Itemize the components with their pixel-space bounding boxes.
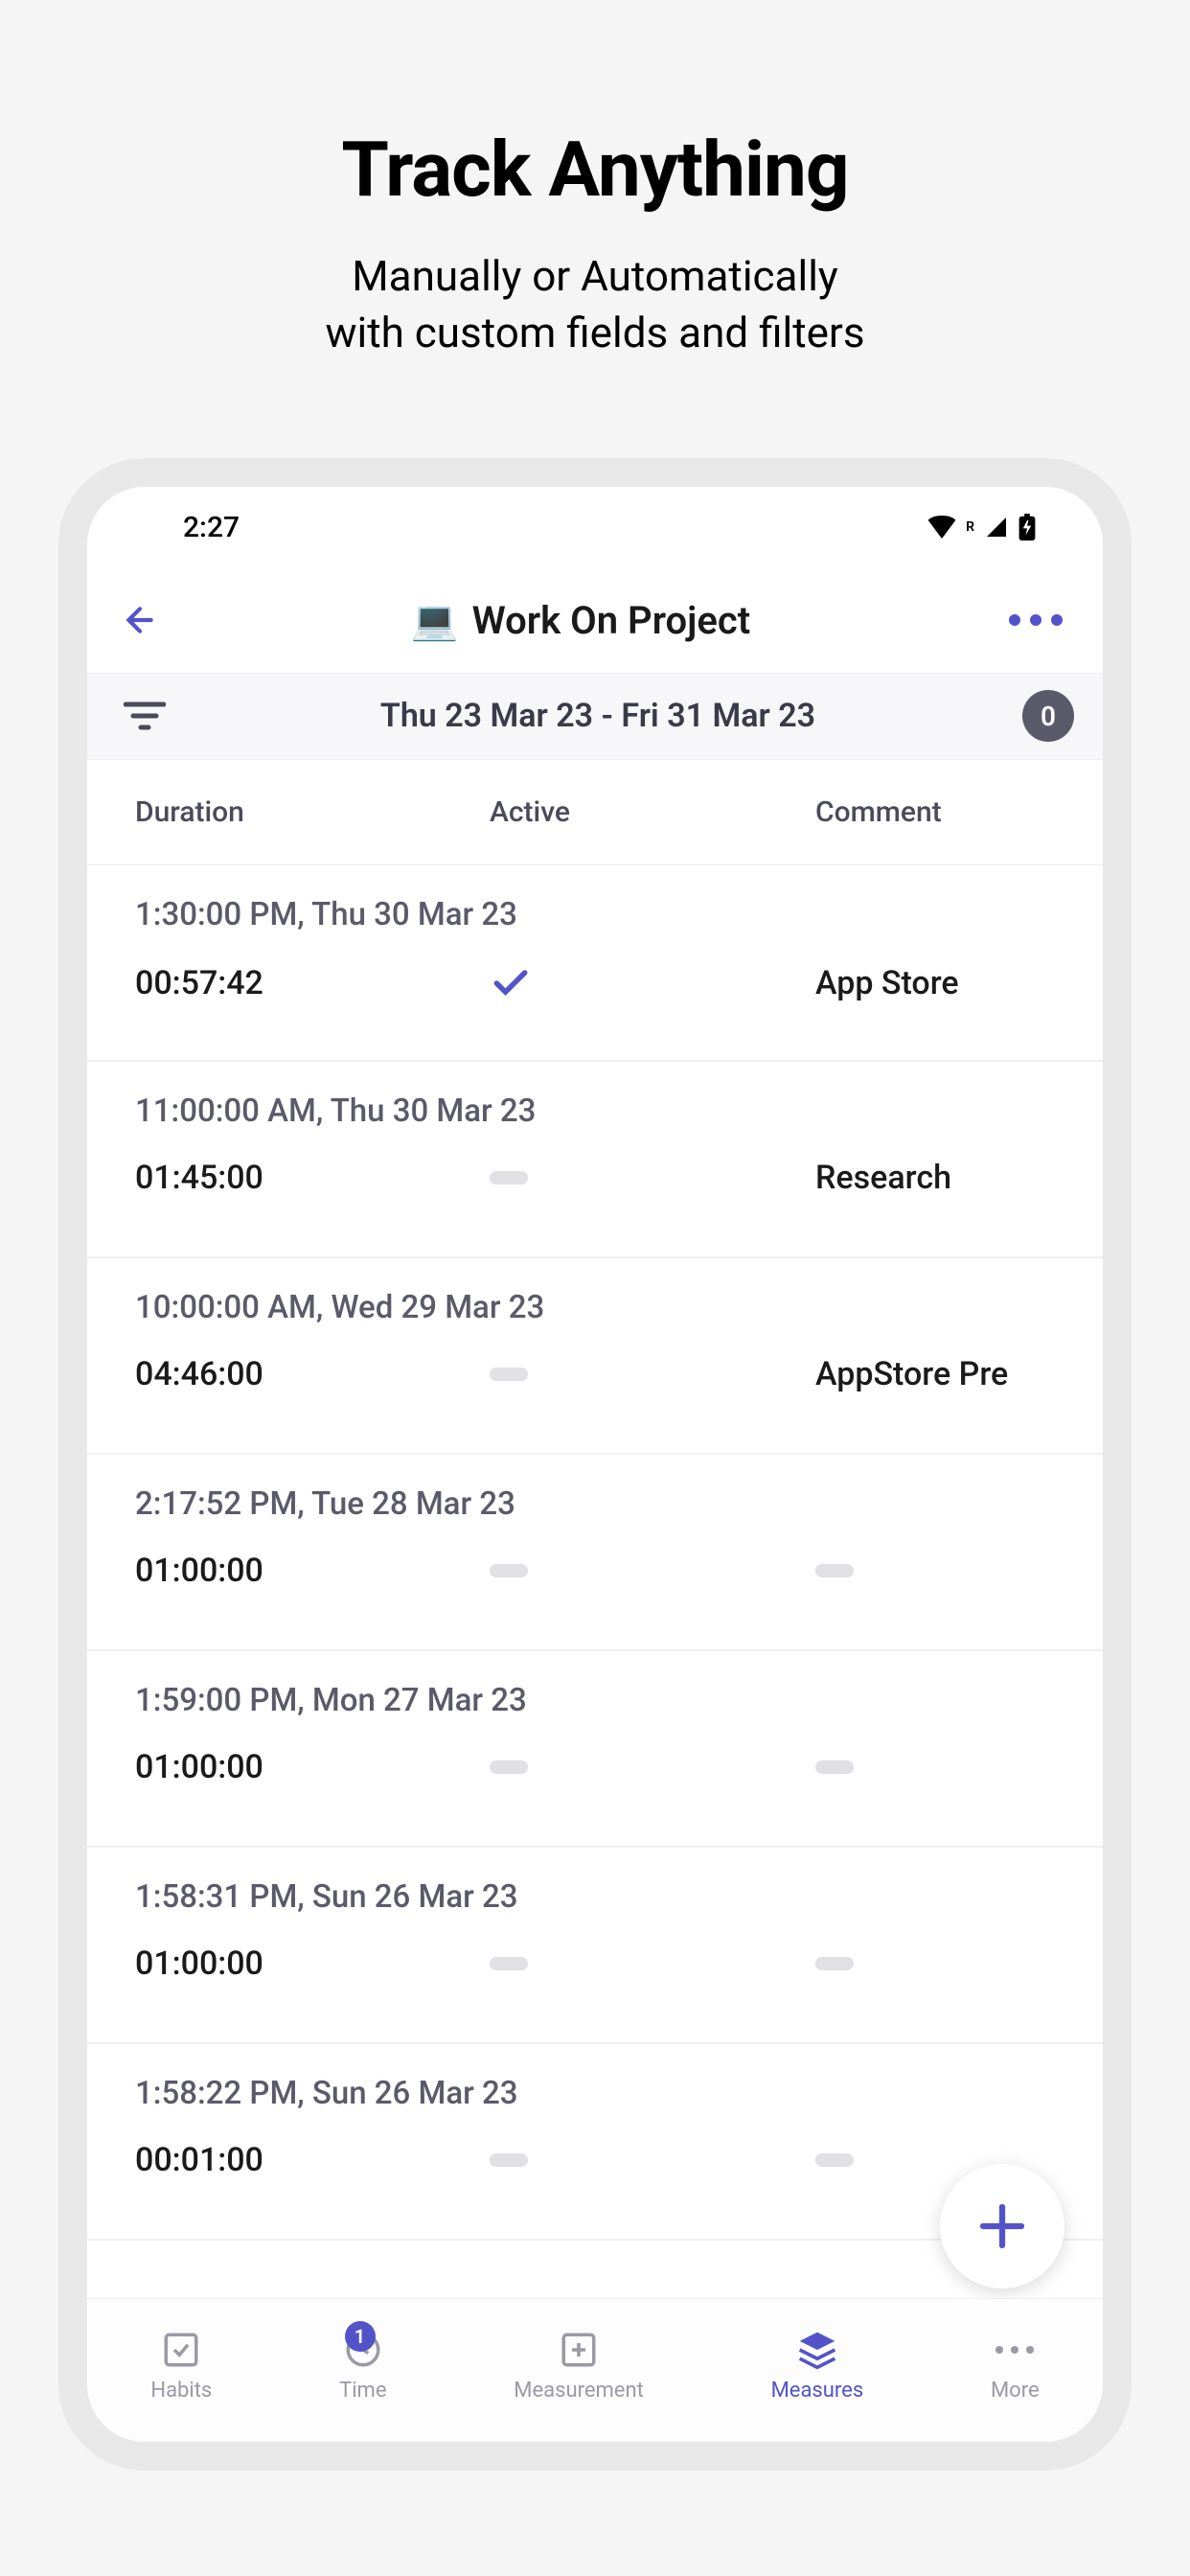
empty-pill [490, 2153, 528, 2167]
promo-subtitle: Manually or Automatically with custom fi… [325, 248, 864, 362]
entry-row[interactable]: 11:00:00 AM, Thu 30 Mar 23 01:45:00 Resear… [87, 1062, 1103, 1258]
entry-timestamp: 11:00:00 AM, Thu 30 Mar 23 [135, 1092, 1055, 1130]
entry-active [490, 1368, 815, 1381]
entry-active [490, 1760, 815, 1774]
entry-timestamp: 1:59:00 PM, Mon 27 Mar 23 [135, 1682, 1055, 1719]
entry-row[interactable]: 10:00:00 AM, Wed 29 Mar 23 04:46:00 AppSto… [87, 1258, 1103, 1455]
table-header: Duration Active Comment [87, 760, 1103, 865]
entry-comment-text: AppStore Pre [815, 1355, 1008, 1393]
entry-comment [815, 1957, 1055, 1970]
status-time: 2:27 [183, 511, 240, 544]
entry-timestamp: 2:17:52 PM, Tue 28 Mar 23 [135, 1485, 1055, 1523]
app-header: 💻 Work On Project [87, 568, 1103, 674]
entry-duration: 01:45:00 [135, 1159, 490, 1197]
col-header-duration: Duration [135, 795, 490, 829]
entry-comment [815, 1760, 1055, 1774]
nav-measures-label: Measures [771, 2379, 864, 2403]
entry-duration: 00:57:42 [135, 964, 490, 1002]
nav-measurement-label: Measurement [514, 2379, 644, 2403]
arrow-left-icon [121, 601, 159, 639]
filter-button[interactable] [116, 702, 173, 730]
signal-icon [984, 516, 1009, 539]
empty-pill [815, 1760, 854, 1774]
more-options-button[interactable] [997, 613, 1074, 627]
entry-comment: App Store [815, 964, 1055, 1002]
col-header-comment: Comment [815, 795, 1055, 829]
entry-row[interactable]: 1:58:31 PM, Sun 26 Mar 23 01:00:00 [87, 1848, 1103, 2044]
status-icons: R [927, 514, 1036, 540]
more-horizontal-icon [1007, 613, 1064, 627]
battery-icon [1018, 514, 1036, 540]
empty-pill [490, 1760, 528, 1774]
empty-pill [815, 1564, 854, 1577]
nav-measurement[interactable]: Measurement [514, 2329, 644, 2403]
entries-list: 1:30:00 PM, Thu 30 Mar 23 00:57:42 App Sto… [87, 865, 1103, 2241]
entry-comment: AppStore Pre [815, 1355, 1055, 1393]
bottom-nav: Habits 1 Time Measurement Measures Mor [87, 2298, 1103, 2442]
col-header-active: Active [490, 795, 815, 829]
status-bar: 2:27 R [87, 487, 1103, 568]
add-entry-fab[interactable] [940, 2164, 1064, 2288]
entry-comment: Research [815, 1159, 1055, 1197]
layers-icon [796, 2329, 838, 2371]
entry-active [490, 1564, 815, 1577]
date-range[interactable]: Thu 23 Mar 23 - Fri 31 Mar 23 [173, 697, 1022, 735]
nav-time-label: Time [339, 2379, 386, 2403]
empty-pill [815, 2153, 854, 2167]
promo-sub-line2: with custom fields and filters [325, 308, 864, 357]
roaming-indicator: R [966, 519, 974, 535]
checkbox-icon [161, 2330, 201, 2370]
entry-row[interactable]: 1:30:00 PM, Thu 30 Mar 23 00:57:42 App Sto… [87, 865, 1103, 1062]
nav-more-label: More [991, 2379, 1040, 2403]
empty-pill [490, 1368, 528, 1381]
entry-comment [815, 1564, 1055, 1577]
entry-row[interactable]: 1:59:00 PM, Mon 27 Mar 23 01:00:00 [87, 1651, 1103, 1848]
nav-more[interactable]: More [991, 2329, 1040, 2403]
promo-sub-line1: Manually or Automatically [352, 251, 837, 301]
empty-pill [490, 1564, 528, 1577]
empty-pill [490, 1171, 528, 1184]
plus-icon [973, 2197, 1031, 2255]
count-badge: 0 [1022, 690, 1074, 742]
nav-habits[interactable]: Habits [150, 2329, 212, 2403]
entry-active [490, 962, 815, 1004]
nav-measures[interactable]: Measures [771, 2329, 864, 2403]
promo-title: Track Anything [341, 125, 848, 215]
entry-comment-text: Research [815, 1159, 951, 1197]
wifi-icon [927, 516, 956, 539]
entry-duration: 00:01:00 [135, 2141, 490, 2179]
entry-duration: 01:00:00 [135, 1748, 490, 1786]
more-horizontal-icon [994, 2344, 1036, 2356]
entry-active [490, 1171, 815, 1184]
empty-pill [815, 1957, 854, 1970]
page-title: Work On Project [472, 598, 751, 643]
back-button[interactable] [116, 601, 164, 639]
check-icon [490, 962, 532, 1004]
entry-row[interactable]: 2:17:52 PM, Tue 28 Mar 23 01:00:00 [87, 1455, 1103, 1651]
empty-pill [490, 1957, 528, 1970]
plus-square-icon [559, 2330, 599, 2370]
filter-bar: Thu 23 Mar 23 - Fri 31 Mar 23 0 [87, 674, 1103, 760]
entry-duration: 04:46:00 [135, 1355, 490, 1393]
entry-comment-text: App Store [815, 964, 959, 1002]
entry-comment [815, 2153, 1055, 2167]
entry-duration: 01:00:00 [135, 1944, 490, 1983]
filter-icon [124, 702, 166, 730]
entry-duration: 01:00:00 [135, 1552, 490, 1590]
entry-active [490, 2153, 815, 2167]
entry-timestamp: 1:58:31 PM, Sun 26 Mar 23 [135, 1878, 1055, 1916]
entry-timestamp: 1:30:00 PM, Thu 30 Mar 23 [135, 896, 1055, 933]
nav-time-badge: 1 [345, 2321, 376, 2352]
phone-frame: 2:27 R 💻 Work On Project Thu 23 Mar 23 -… [58, 458, 1132, 2471]
app-header-icon: 💻 [411, 598, 459, 643]
nav-time[interactable]: 1 Time [339, 2329, 386, 2403]
entry-timestamp: 1:58:22 PM, Sun 26 Mar 23 [135, 2075, 1055, 2112]
entry-timestamp: 10:00:00 AM, Wed 29 Mar 23 [135, 1289, 1055, 1326]
nav-habits-label: Habits [150, 2379, 212, 2403]
entry-active [490, 1957, 815, 1970]
